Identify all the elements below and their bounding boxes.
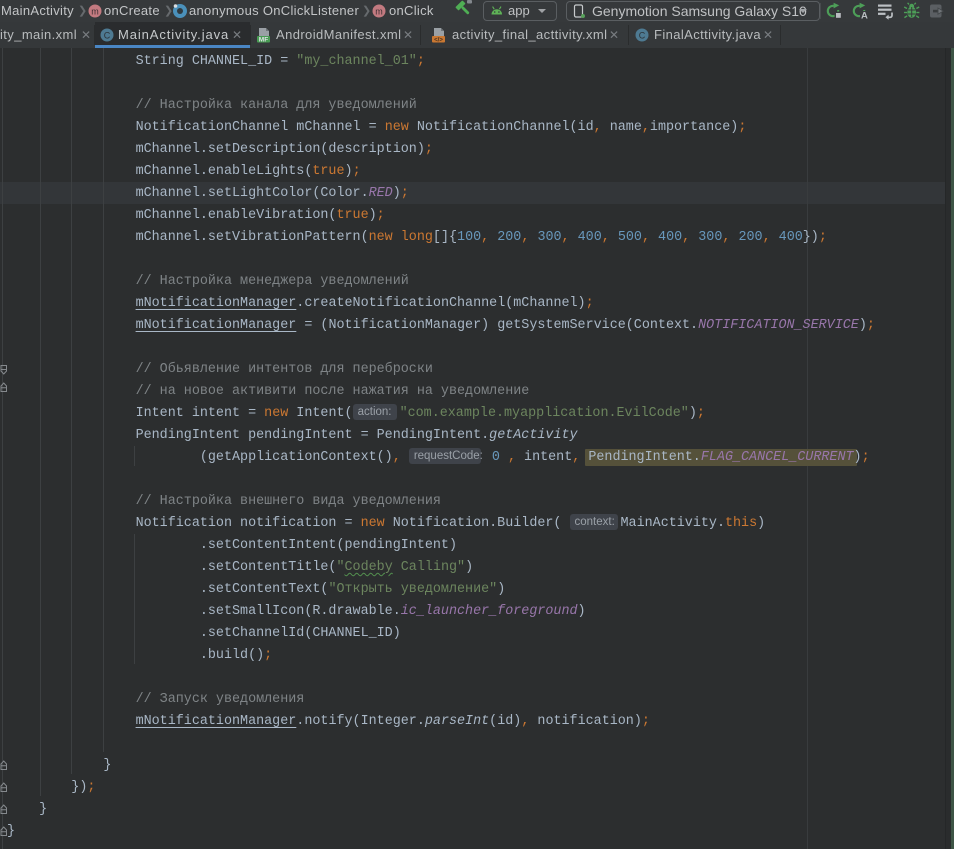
svg-text:A: A (861, 11, 868, 19)
svg-text:</>: </> (434, 38, 443, 44)
svg-text:m: m (91, 7, 99, 17)
svg-text:MF: MF (259, 37, 268, 44)
svg-text:m: m (375, 7, 383, 17)
svg-text:C: C (639, 31, 646, 41)
svg-text:C: C (104, 31, 111, 41)
